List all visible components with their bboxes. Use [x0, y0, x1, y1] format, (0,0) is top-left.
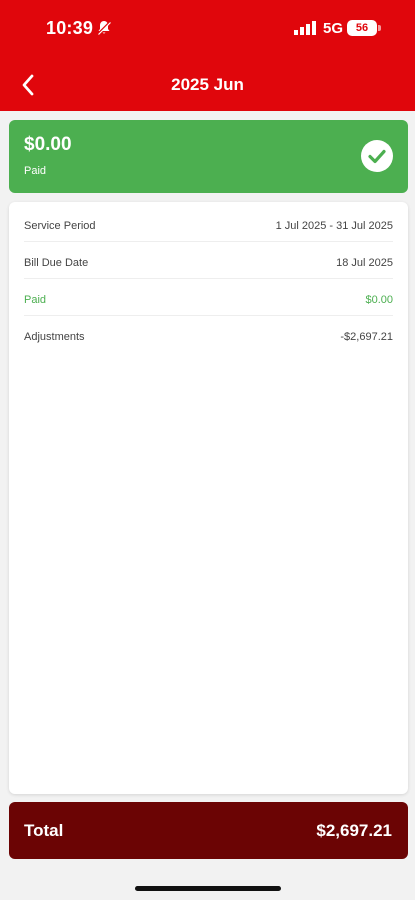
check-circle-icon — [361, 140, 393, 172]
battery-tip — [378, 25, 381, 31]
battery-level: 56 — [355, 22, 369, 34]
detail-row-adjustments: Adjustments -$2,697.21 — [24, 316, 393, 353]
detail-value: 18 Jul 2025 — [336, 257, 393, 269]
payment-status-label: Paid — [24, 165, 47, 177]
status-bar: 10:39 5G 56 — [0, 0, 415, 58]
total-label: Total — [24, 821, 64, 840]
amount-due: $0.00 — [24, 134, 72, 155]
signal-strength-icon — [294, 21, 316, 35]
status-time: 10:39 — [46, 18, 94, 38]
network-type: 5G — [323, 20, 344, 37]
detail-value: -$2,697.21 — [340, 331, 393, 343]
detail-label: Service Period — [24, 220, 96, 232]
app-header: 10:39 5G 56 2025 Jun — [0, 0, 415, 111]
total-value: $2,697.21 — [316, 821, 392, 840]
home-indicator[interactable] — [135, 886, 281, 891]
detail-label: Adjustments — [24, 331, 85, 343]
detail-label: Bill Due Date — [24, 257, 89, 269]
detail-row-bill-due-date: Bill Due Date 18 Jul 2025 — [24, 242, 393, 279]
total-bar: Total $2,697.21 — [9, 802, 408, 859]
bell-muted-icon — [97, 21, 111, 35]
page-title: 2025 Jun — [171, 75, 244, 94]
detail-value: 1 Jul 2025 - 31 Jul 2025 — [275, 220, 393, 232]
detail-row-paid: Paid $0.00 — [24, 279, 393, 316]
battery-icon: 56 — [347, 20, 377, 36]
bill-details-card: Service Period 1 Jul 2025 - 31 Jul 2025 … — [9, 202, 408, 794]
detail-value: $0.00 — [365, 294, 393, 306]
payment-status-card: $0.00 Paid — [9, 120, 408, 193]
detail-label: Paid — [24, 294, 47, 306]
detail-row-service-period: Service Period 1 Jul 2025 - 31 Jul 2025 — [24, 205, 393, 242]
